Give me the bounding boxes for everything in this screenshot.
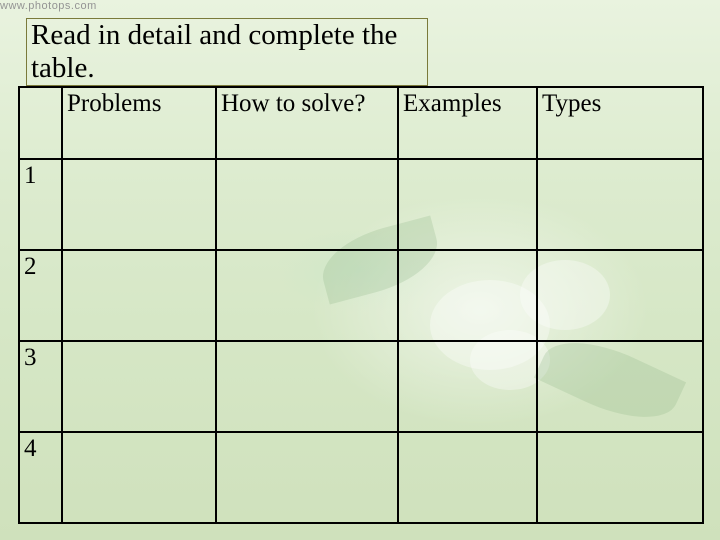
row-num: 4 — [19, 432, 62, 523]
cell-how — [216, 159, 398, 250]
slide-title: Read in detail and complete the table. — [31, 19, 397, 84]
header-examples: Examples — [398, 87, 537, 159]
cell-examples — [398, 432, 537, 523]
cell-problems — [62, 432, 216, 523]
slide: www.photops.com Read in detail and compl… — [0, 0, 720, 540]
table-row: 1 — [19, 159, 703, 250]
row-num: 3 — [19, 341, 62, 432]
cell-types — [537, 341, 703, 432]
cell-problems — [62, 250, 216, 341]
cell-how — [216, 250, 398, 341]
cell-examples — [398, 250, 537, 341]
cell-problems — [62, 341, 216, 432]
cell-examples — [398, 159, 537, 250]
watermark-text: www.photops.com — [0, 0, 97, 12]
header-problems: Problems — [62, 87, 216, 159]
header-num — [19, 87, 62, 159]
cell-how — [216, 341, 398, 432]
worksheet-table: Problems How to solve? Examples Types 1 … — [18, 86, 704, 524]
table-header-row: Problems How to solve? Examples Types — [19, 87, 703, 159]
header-types: Types — [537, 87, 703, 159]
cell-types — [537, 250, 703, 341]
cell-how — [216, 432, 398, 523]
row-num: 1 — [19, 159, 62, 250]
table-row: 3 — [19, 341, 703, 432]
title-box: Read in detail and complete the table. — [26, 18, 428, 86]
row-num: 2 — [19, 250, 62, 341]
cell-types — [537, 432, 703, 523]
cell-problems — [62, 159, 216, 250]
cell-types — [537, 159, 703, 250]
table-row: 4 — [19, 432, 703, 523]
table-row: 2 — [19, 250, 703, 341]
cell-examples — [398, 341, 537, 432]
header-how: How to solve? — [216, 87, 398, 159]
